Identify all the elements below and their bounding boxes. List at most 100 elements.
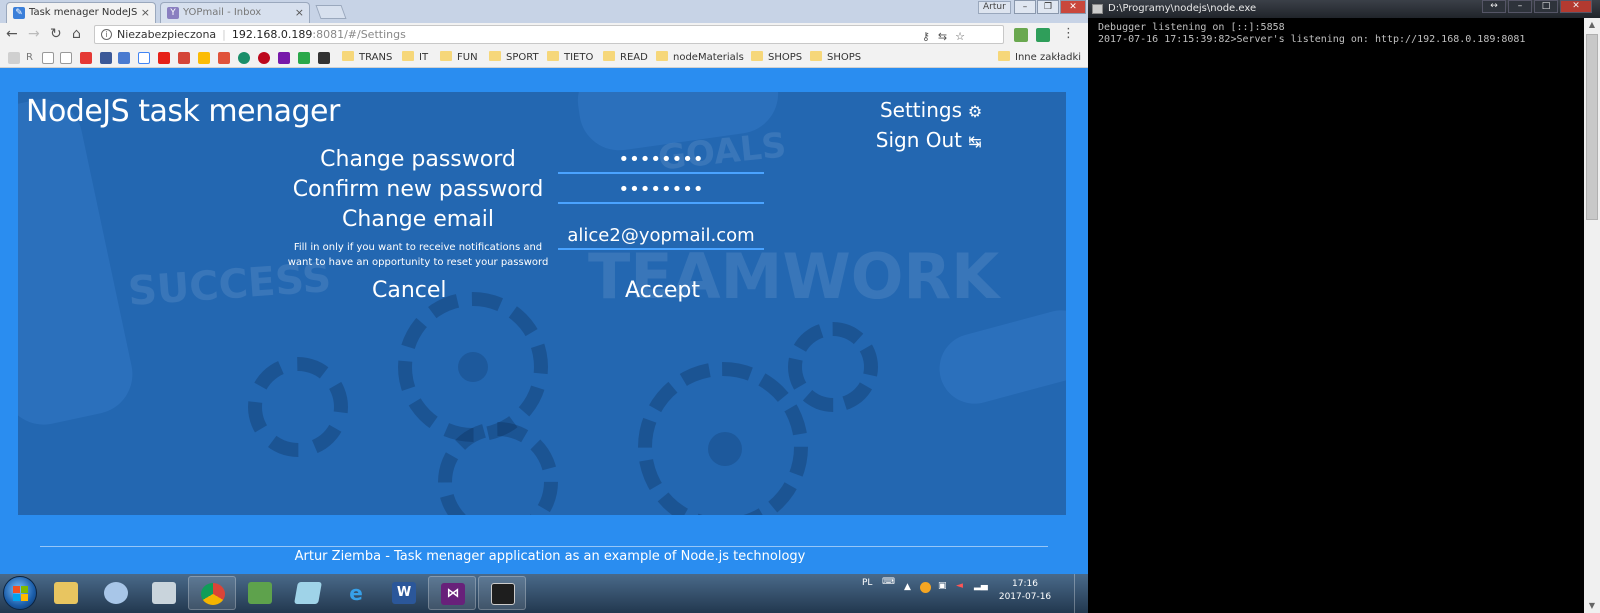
change-password-field[interactable]	[558, 146, 764, 174]
bookmark-star-icon[interactable]: ☆	[955, 30, 973, 43]
bookmark-icon[interactable]	[80, 52, 92, 64]
language-indicator[interactable]: PL	[862, 578, 872, 588]
network-icon[interactable]: ▣	[938, 581, 947, 591]
google-icon[interactable]	[138, 52, 150, 64]
calculator-taskbar-button[interactable]	[140, 576, 188, 610]
bookmark-folder[interactable]: TIETO	[547, 51, 593, 64]
close-window-button[interactable]: ✕	[1060, 0, 1086, 14]
bookmark-icon[interactable]	[298, 52, 310, 64]
sign-out-link[interactable]: Sign Out ↹	[876, 126, 984, 156]
close-window-button[interactable]: ✕	[1560, 0, 1592, 13]
accept-button[interactable]: Accept	[625, 278, 700, 303]
show-desktop-button[interactable]	[1074, 574, 1088, 613]
console-scrollbar[interactable]: ▲ ▼	[1584, 18, 1600, 613]
onenote-icon[interactable]	[278, 52, 290, 64]
folder-icon	[54, 582, 78, 604]
ie-taskbar-button[interactable]: e	[332, 576, 380, 610]
confirm-password-field[interactable]	[558, 176, 764, 204]
cancel-button[interactable]: Cancel	[372, 278, 447, 303]
folder-icon	[440, 51, 452, 61]
drive-icon[interactable]	[198, 52, 210, 64]
bookmark-icon[interactable]	[318, 52, 330, 64]
background-gear	[788, 322, 878, 412]
browser-window: ✎ Task menager NodeJS × Y YOPmail - Inbo…	[0, 0, 1088, 574]
windows-logo-icon	[13, 586, 28, 601]
signal-icon[interactable]: ▂▄	[974, 581, 988, 591]
bookmark-item[interactable]: R	[26, 51, 33, 64]
bookmark-icon[interactable]	[118, 52, 130, 64]
address-bar[interactable]: i Niezabezpieczona | 192.168.0.189:8081/#/…	[94, 25, 1004, 44]
menu-icon[interactable]: ⋮	[1062, 27, 1075, 41]
keyboard-icon[interactable]: ⌨	[882, 577, 895, 587]
bookmark-folder[interactable]: READ	[603, 51, 648, 64]
scroll-thumb[interactable]	[1586, 34, 1598, 220]
visual-studio-taskbar-button[interactable]: ⋈	[428, 576, 476, 610]
facebook-icon[interactable]	[100, 52, 112, 64]
start-button[interactable]	[3, 576, 37, 610]
minimize-button[interactable]: –	[1508, 0, 1532, 13]
resize-icon[interactable]: ↔	[1482, 0, 1506, 13]
folder-icon	[342, 51, 354, 61]
youtube-icon[interactable]	[158, 52, 170, 64]
info-icon[interactable]: i	[101, 29, 112, 40]
bookmark-folder[interactable]: SPORT	[489, 51, 539, 64]
bookmarks-bar: R TRANS IT FUN SPORT TIETO READ nodeMate…	[0, 47, 1088, 68]
tab-task-menager[interactable]: ✎ Task menager NodeJS ×	[6, 2, 156, 23]
scroll-down-icon[interactable]: ▼	[1584, 599, 1600, 613]
folder-icon	[656, 51, 668, 61]
maximize-button[interactable]: ❐	[1037, 0, 1059, 14]
profile-user[interactable]: Artur	[978, 1, 1011, 14]
pinterest-icon[interactable]	[258, 52, 270, 64]
clock-date: 2017-07-16	[998, 592, 1052, 602]
bookmark-folder[interactable]: SHOPS	[751, 51, 802, 64]
console-taskbar-button[interactable]	[478, 576, 526, 610]
explorer-taskbar-button[interactable]	[42, 576, 90, 610]
back-icon[interactable]: ←	[6, 27, 18, 41]
maximize-button[interactable]: □	[1534, 0, 1558, 13]
extension-icon[interactable]	[1036, 28, 1050, 42]
bookmark-icon[interactable]	[218, 52, 230, 64]
page-icon[interactable]	[60, 52, 72, 64]
taskbar: e W ⋈ PL ⌨ ▲ ▣ ◄ ▂▄ 17:16 2017-07-16	[0, 574, 1088, 613]
bookmark-icon[interactable]	[238, 52, 250, 64]
bookmark-folder[interactable]: nodeMaterials	[656, 51, 744, 64]
clock[interactable]: 17:16 2017-07-16	[996, 578, 1054, 604]
reload-icon[interactable]: ↻	[50, 27, 62, 41]
forward-icon[interactable]: →	[28, 27, 40, 41]
email-field[interactable]	[558, 222, 764, 250]
bookmark-folder[interactable]: IT	[402, 51, 428, 64]
minimize-button[interactable]: –	[1014, 0, 1036, 14]
folder-icon	[810, 51, 822, 61]
close-tab-icon[interactable]: ×	[295, 6, 304, 19]
tab-yopmail[interactable]: Y YOPmail - Inbox ×	[160, 2, 310, 23]
tray-app-icon[interactable]	[920, 582, 931, 593]
key-icon[interactable]: ⚷	[922, 30, 938, 43]
show-hidden-icons-icon[interactable]: ▲	[904, 582, 911, 592]
translate-icon[interactable]: ⇆	[938, 30, 955, 43]
folder-icon	[751, 51, 763, 61]
extension-icon[interactable]	[1014, 28, 1028, 42]
bookmark-folder[interactable]: TRANS	[342, 51, 392, 64]
volume-muted-icon[interactable]: ◄	[956, 581, 963, 591]
console-line: 2017-07-16 17:15:39:82>Server's listenin…	[1098, 34, 1526, 45]
home-icon[interactable]: ⌂	[72, 27, 81, 41]
chrome-taskbar-button[interactable]	[188, 576, 236, 610]
other-bookmarks[interactable]: Inne zakładki	[998, 51, 1081, 64]
bookmark-folder[interactable]: FUN	[440, 51, 478, 64]
bookmark-folder[interactable]: SHOPS	[810, 51, 861, 64]
close-tab-icon[interactable]: ×	[141, 6, 150, 19]
settings-link[interactable]: Settings ⚙	[876, 96, 984, 126]
notes-taskbar-button[interactable]	[284, 576, 332, 610]
project-taskbar-button[interactable]	[236, 576, 284, 610]
word-taskbar-button[interactable]: W	[380, 576, 428, 610]
console-icon	[491, 583, 515, 605]
paint-taskbar-button[interactable]	[92, 576, 140, 610]
scroll-up-icon[interactable]: ▲	[1584, 18, 1600, 32]
console-line: Debugger listening on [::]:5858	[1098, 22, 1285, 33]
page-content: GOALS SUCCESS TEAMWORK NodeJS task menag…	[0, 68, 1088, 574]
chrome-icon	[201, 583, 225, 605]
new-tab-button[interactable]	[315, 5, 347, 19]
page-icon[interactable]	[42, 52, 54, 64]
apps-icon[interactable]	[8, 52, 20, 64]
gmail-icon[interactable]	[178, 52, 190, 64]
